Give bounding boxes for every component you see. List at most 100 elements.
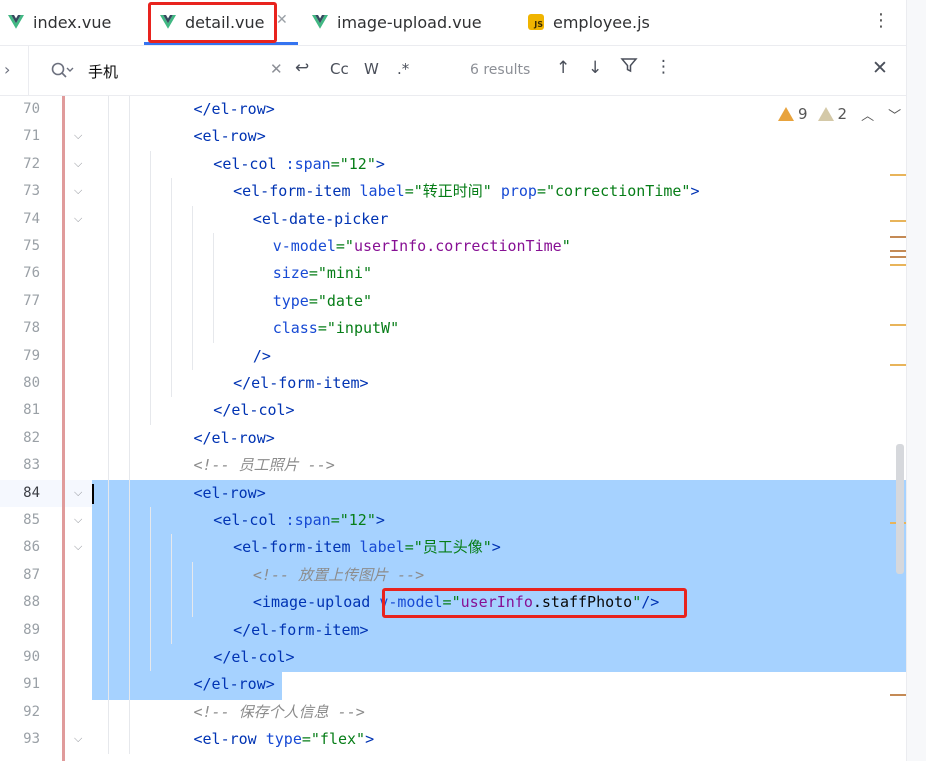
- code-line[interactable]: 72 ⌵ <el-col :span="12">: [0, 150, 906, 179]
- indent-guide: [108, 123, 109, 151]
- line-number: 90: [23, 649, 40, 665]
- indent-guide: [108, 507, 109, 535]
- code-text: <el-date-picker: [252, 209, 389, 228]
- more-options-icon[interactable]: ⋮: [655, 57, 672, 77]
- code-line[interactable]: 91 </el-row>: [0, 671, 906, 699]
- more-tabs-icon[interactable]: ⋮: [872, 10, 890, 31]
- warning-count: 9: [798, 105, 808, 123]
- indent-guide: [150, 315, 151, 343]
- tab-label: index.vue: [33, 12, 112, 32]
- indent-guide: [150, 561, 151, 590]
- indent-guide: [108, 534, 109, 562]
- fold-chevron-icon[interactable]: ⌵: [74, 184, 82, 198]
- indent-guide: [171, 315, 172, 343]
- stripe-mark: [890, 250, 906, 252]
- code-line[interactable]: 73 ⌵ <el-form-item label="转正时间" prop="corr…: [0, 178, 906, 206]
- indent-guide: [108, 589, 109, 617]
- code-line[interactable]: 75 v-model="userInfo.correctionTime": [0, 233, 906, 261]
- indent-guide: [108, 397, 109, 425]
- fold-chevron-icon[interactable]: ⌵: [74, 732, 82, 746]
- code-line[interactable]: 87 <!-- 放置上传图片 -->: [0, 561, 906, 590]
- filter-icon[interactable]: [620, 56, 638, 78]
- close-tab-icon[interactable]: ✕: [276, 12, 288, 28]
- indent-guide: [150, 287, 151, 316]
- tab-index-vue[interactable]: index.vue: [8, 0, 111, 44]
- code-line[interactable]: 70 </el-row>: [0, 96, 906, 124]
- indent-guide: [150, 370, 151, 398]
- search-input[interactable]: [88, 58, 258, 84]
- indent-guide: [150, 205, 151, 233]
- line-number: 78: [23, 320, 40, 337]
- fold-chevron-icon[interactable]: ⌵: [74, 129, 82, 143]
- indent-guide: [129, 205, 130, 233]
- match-case-button[interactable]: Cc: [330, 60, 349, 78]
- code-line[interactable]: 85 ⌵ <el-col :span="12">: [0, 507, 906, 535]
- next-occurrence-icon[interactable]: ↓: [588, 58, 602, 78]
- expand-replace-icon[interactable]: ›: [4, 60, 10, 79]
- code-line[interactable]: 89 </el-form-item>: [0, 616, 906, 644]
- previous-occurrence-icon[interactable]: ↑: [556, 58, 570, 78]
- line-number: 72: [23, 155, 40, 172]
- line-number: 92: [23, 703, 40, 720]
- line-number: 93: [23, 731, 40, 748]
- indent-guide: [171, 342, 172, 370]
- tab-employee-js[interactable]: JS employee.js: [528, 0, 650, 44]
- code-line[interactable]: 78 class="inputW": [0, 315, 906, 343]
- fold-chevron-icon[interactable]: ⌵: [74, 486, 82, 500]
- previous-problem-icon[interactable]: ︿: [861, 105, 874, 124]
- code-line[interactable]: 77 type="date": [0, 287, 906, 316]
- indent-guide: [171, 534, 172, 562]
- indent-guide: [192, 287, 193, 316]
- indent-guide: [108, 342, 109, 370]
- line-number: 87: [23, 566, 40, 583]
- close-find-icon[interactable]: ✕: [872, 57, 888, 79]
- code-text: <el-form-item label="转正时间" prop="correct…: [233, 182, 700, 201]
- code-line[interactable]: 71 ⌵ <el-row>: [0, 123, 906, 151]
- inspection-widget[interactable]: 9 2 ︿ ﹀: [778, 104, 901, 124]
- fold-chevron-icon[interactable]: ⌵: [74, 212, 82, 226]
- code-line[interactable]: 80 </el-form-item>: [0, 370, 906, 398]
- fold-chevron-icon[interactable]: ⌵: [74, 157, 82, 171]
- code-line[interactable]: 83 <!-- 员工照片 -->: [0, 452, 906, 480]
- fold-chevron-icon[interactable]: ⌵: [74, 540, 82, 554]
- vue-icon: [8, 15, 24, 29]
- indent-guide: [129, 123, 130, 151]
- line-number: 88: [23, 594, 40, 611]
- code-line[interactable]: 92 <!-- 保存个人信息 -->: [0, 698, 906, 727]
- indent-guide: [129, 561, 130, 590]
- whole-words-button[interactable]: W: [364, 60, 379, 78]
- code-line[interactable]: 93 ⌵ <el-row type="flex">: [0, 726, 906, 754]
- indent-guide: [129, 507, 130, 535]
- code-text: <el-col :span="12">: [213, 154, 385, 173]
- code-editor[interactable]: 70 </el-row> 71 ⌵ <el-row> 72 ⌵ <el-col :span="…: [0, 96, 926, 761]
- code-line[interactable]: 90 </el-col>: [0, 644, 906, 672]
- tab-image-upload-vue[interactable]: image-upload.vue: [312, 0, 482, 44]
- code-line[interactable]: 79 />: [0, 342, 906, 370]
- indent-guide: [129, 698, 130, 727]
- indent-guide: [171, 178, 172, 206]
- vertical-scrollbar[interactable]: [896, 444, 904, 574]
- regex-button[interactable]: .*: [397, 60, 409, 78]
- code-text: </el-col>: [213, 648, 295, 666]
- line-number: 73: [23, 183, 40, 200]
- code-line[interactable]: 82 </el-row>: [0, 424, 906, 453]
- code-line[interactable]: 86 ⌵ <el-form-item label="员工头像">: [0, 534, 906, 562]
- code-line[interactable]: 81 </el-col>: [0, 397, 906, 425]
- indent-guide: [171, 205, 172, 233]
- clear-search-icon[interactable]: ✕: [270, 60, 283, 78]
- indent-guide: [171, 260, 172, 288]
- indent-guide: [192, 205, 193, 233]
- search-history-icon[interactable]: [50, 60, 74, 82]
- code-text: size="mini": [272, 264, 373, 283]
- indent-guide: [129, 233, 130, 261]
- indent-guide: [108, 287, 109, 316]
- code-line[interactable]: 74 ⌵ <el-date-picker: [0, 205, 906, 233]
- code-text: </el-form-item>: [233, 620, 369, 639]
- code-line[interactable]: 84 ⌵ <el-row>: [0, 479, 906, 507]
- indent-guide: [129, 424, 130, 453]
- fold-chevron-icon[interactable]: ⌵: [74, 513, 82, 527]
- stripe-mark: [890, 694, 906, 696]
- code-line[interactable]: 76 size="mini": [0, 260, 906, 288]
- indent-guide: [171, 589, 172, 617]
- new-line-icon[interactable]: ↩: [295, 58, 309, 78]
